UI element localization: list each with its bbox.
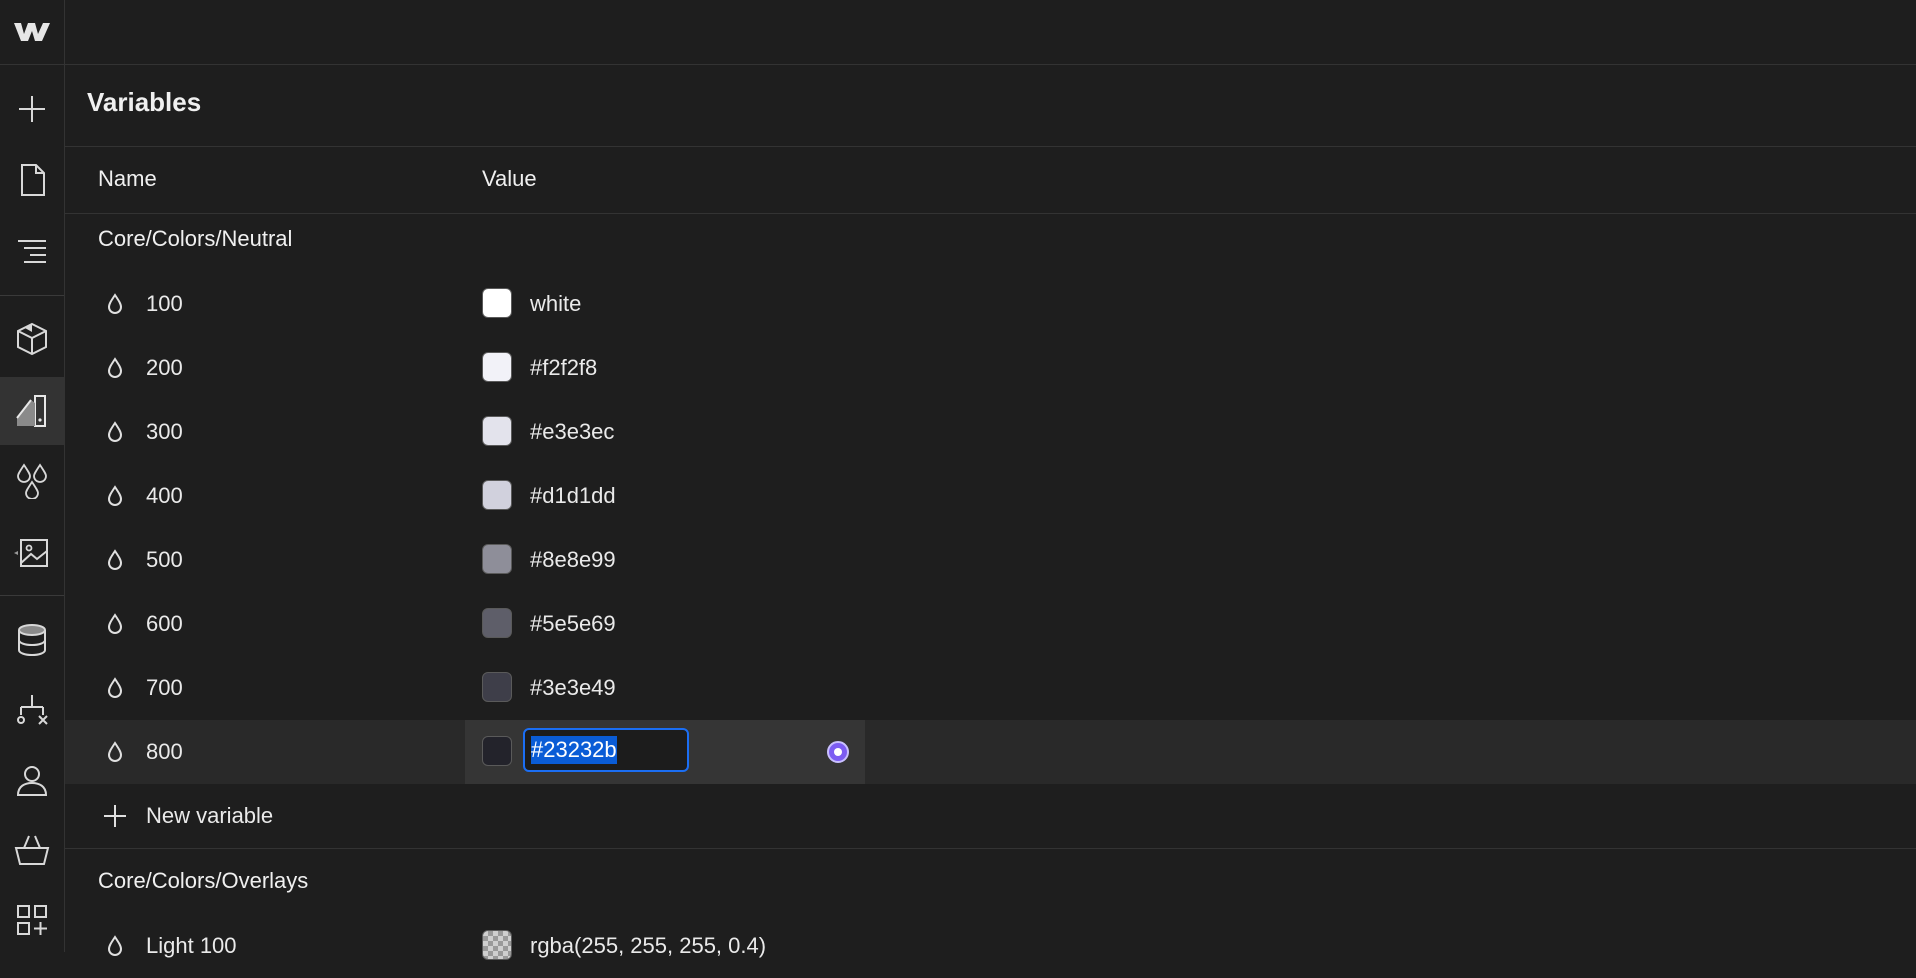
apps-icon[interactable]: [0, 888, 64, 952]
variable-row[interactable]: 700 #3e3e49: [65, 656, 1916, 720]
color-swatch[interactable]: [482, 288, 512, 318]
variable-name: 300: [146, 419, 183, 444]
value-edit-cell: #23232b: [465, 720, 865, 784]
color-swatch[interactable]: [482, 480, 512, 510]
color-swatch[interactable]: [482, 352, 512, 382]
variable-row[interactable]: 500 #8e8e99: [65, 528, 1916, 592]
color-drop-icon: [107, 485, 123, 506]
top-bar: [65, 0, 1916, 65]
plus-icon: [104, 805, 126, 827]
variable-name: 400: [146, 483, 183, 508]
variable-name: 200: [146, 355, 183, 380]
variable-row[interactable]: 600 #5e5e69: [65, 592, 1916, 656]
color-swatch[interactable]: [482, 608, 512, 638]
logic-icon[interactable]: [0, 678, 64, 742]
color-swatch[interactable]: [482, 736, 512, 766]
users-icon[interactable]: [0, 748, 64, 812]
color-swatch[interactable]: [482, 672, 512, 702]
color-swatch[interactable]: [482, 544, 512, 574]
color-drop-icon: [107, 549, 123, 570]
panel-title: Variables: [87, 87, 202, 117]
ecommerce-icon[interactable]: [0, 818, 64, 882]
variable-name: Light 100: [146, 933, 237, 958]
column-header-value: Value: [482, 166, 537, 191]
variable-name: 100: [146, 291, 183, 316]
variable-name: 800: [146, 739, 183, 764]
components-icon[interactable]: [0, 307, 64, 371]
assets-icon[interactable]: [0, 520, 64, 584]
group-title: Core/Colors/Neutral: [98, 226, 293, 251]
variable-row[interactable]: 400 #d1d1dd: [65, 464, 1916, 528]
variable-value: #f2f2f8: [530, 355, 598, 380]
color-swatch[interactable]: [482, 930, 512, 960]
variable-row[interactable]: 100 white: [65, 272, 1916, 336]
new-variable-button[interactable]: New variable: [65, 784, 1916, 848]
variable-value: white: [530, 291, 582, 316]
variable-row[interactable]: 300 #e3e3ec: [65, 400, 1916, 464]
navigator-icon[interactable]: [0, 218, 64, 282]
variable-value: #3e3e49: [530, 675, 616, 700]
variable-row[interactable]: 200 #f2f2f8: [65, 336, 1916, 400]
variable-value: #5e5e69: [530, 611, 616, 636]
color-drop-icon: [107, 741, 123, 762]
add-icon[interactable]: [0, 77, 64, 141]
selected-value-text: #23232b: [531, 736, 617, 764]
color-picker-button[interactable]: [827, 741, 849, 763]
variable-row-selected[interactable]: 800 #23232b: [65, 720, 1916, 784]
table-header: Name Value: [65, 147, 1916, 214]
group-title: Core/Colors/Overlays: [98, 868, 309, 893]
webflow-logo-icon[interactable]: [0, 0, 64, 65]
variable-value: rgba(255, 255, 255, 0.4): [530, 933, 767, 958]
value-input[interactable]: #23232b: [523, 728, 689, 772]
color-swatch[interactable]: [482, 416, 512, 446]
color-drop-icon: [107, 677, 123, 698]
color-drop-icon: [107, 613, 123, 634]
page-icon[interactable]: [0, 148, 64, 212]
variable-value: #e3e3ec: [530, 419, 615, 444]
variable-value: #8e8e99: [530, 547, 616, 572]
variables-panel: Variables Name Value Core/Colors/Neutral…: [65, 65, 1916, 960]
variables-icon[interactable]: [0, 448, 64, 512]
new-variable-label: New variable: [146, 803, 274, 828]
variable-value: #d1d1dd: [530, 483, 616, 508]
variable-name: 700: [146, 675, 183, 700]
style-selectors-icon[interactable]: [0, 377, 64, 445]
color-drop-icon: [107, 421, 123, 442]
column-header-name: Name: [98, 166, 157, 191]
variable-row[interactable]: Light 100 rgba(255, 255, 255, 0.4): [65, 914, 1916, 978]
color-drop-icon: [107, 357, 123, 378]
left-toolbar: [0, 0, 65, 952]
variable-name: 500: [146, 547, 183, 572]
cms-icon[interactable]: [0, 608, 64, 672]
color-drop-icon: [107, 293, 123, 314]
color-drop-icon: [107, 935, 123, 956]
variable-name: 600: [146, 611, 183, 636]
